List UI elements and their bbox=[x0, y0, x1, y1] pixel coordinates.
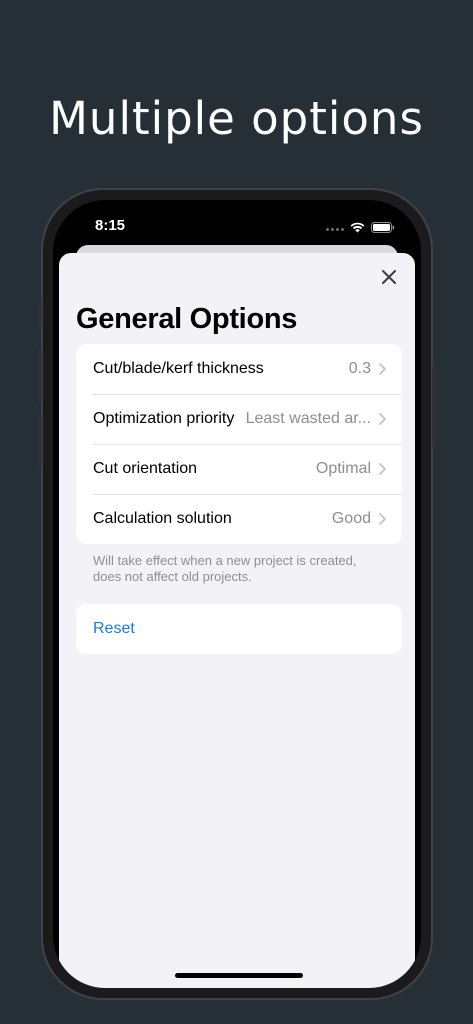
option-label: Optimization priority bbox=[93, 410, 235, 427]
options-list: Cut/blade/kerf thickness 0.3 Optimizatio… bbox=[76, 344, 402, 544]
option-value: Optimal bbox=[315, 460, 371, 477]
option-row-kerf-thickness[interactable]: Cut/blade/kerf thickness 0.3 bbox=[76, 344, 402, 394]
headline: Multiple options bbox=[49, 92, 424, 145]
volume-up-button bbox=[38, 350, 42, 402]
general-options-sheet: General Options Cut/blade/kerf thickness… bbox=[59, 253, 415, 988]
status-bar: 8:15 bbox=[53, 200, 421, 250]
page-title: General Options bbox=[76, 303, 298, 335]
power-button bbox=[432, 365, 436, 447]
status-icons bbox=[326, 220, 395, 238]
status-time: 8:15 bbox=[95, 217, 126, 234]
options-footnote: Will take effect when a new project is c… bbox=[93, 553, 357, 584]
close-icon bbox=[382, 270, 396, 284]
phone-frame: 8:15 General Options Cut/blade/kerf thic… bbox=[38, 188, 436, 1000]
option-row-optimization-priority[interactable]: Optimization priority Least wasted ar... bbox=[76, 394, 402, 444]
chevron-right-icon bbox=[379, 513, 386, 525]
reset-label: Reset bbox=[93, 620, 135, 637]
option-label: Cut orientation bbox=[93, 460, 198, 477]
chevron-right-icon bbox=[379, 413, 386, 425]
option-row-calculation-solution[interactable]: Calculation solution Good bbox=[76, 494, 402, 544]
phone-screen: 8:15 General Options Cut/blade/kerf thic… bbox=[53, 200, 421, 988]
mute-switch bbox=[38, 300, 42, 326]
option-value: Least wasted ar... bbox=[245, 410, 371, 427]
volume-down-button bbox=[38, 415, 42, 467]
option-row-cut-orientation[interactable]: Cut orientation Optimal bbox=[76, 444, 402, 494]
battery-icon bbox=[371, 220, 395, 238]
wifi-icon bbox=[350, 220, 365, 238]
home-indicator[interactable] bbox=[175, 973, 303, 978]
reset-group: Reset bbox=[76, 604, 402, 654]
option-value: 0.3 bbox=[348, 360, 371, 377]
chevron-right-icon bbox=[379, 363, 386, 375]
reset-button[interactable]: Reset bbox=[76, 604, 402, 654]
chevron-right-icon bbox=[379, 463, 386, 475]
option-label: Calculation solution bbox=[93, 510, 232, 527]
option-value: Good bbox=[331, 510, 371, 527]
option-label: Cut/blade/kerf thickness bbox=[93, 360, 264, 377]
signal-dots-icon bbox=[326, 227, 344, 231]
close-button[interactable] bbox=[377, 265, 401, 289]
